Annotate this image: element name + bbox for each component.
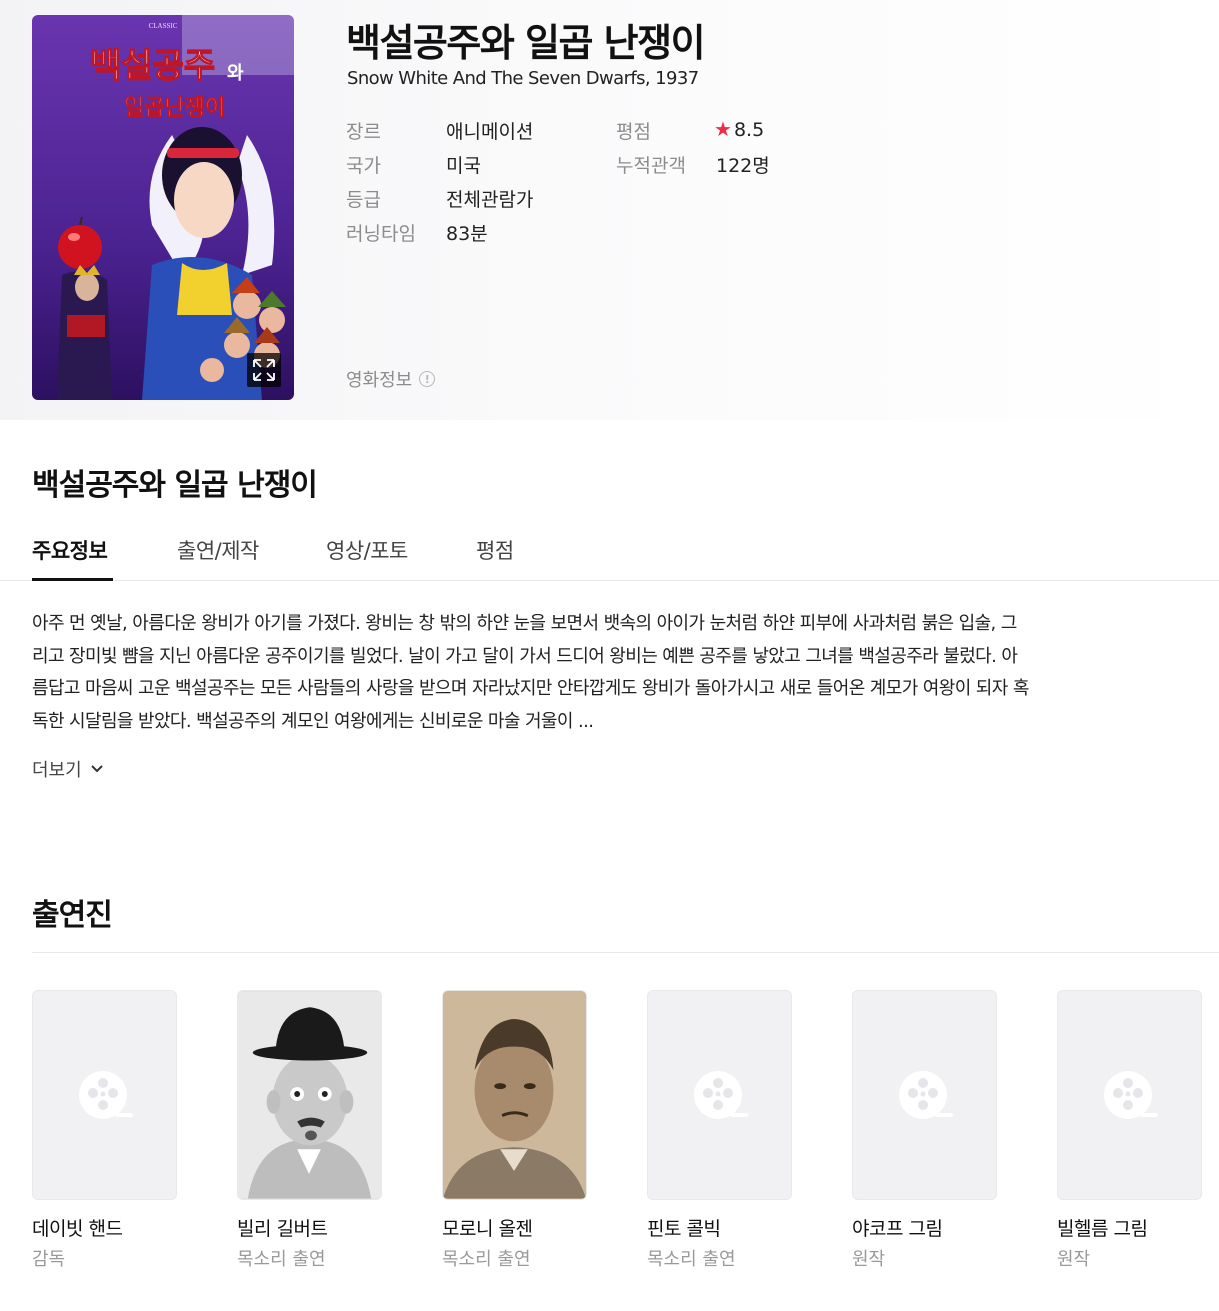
cast-name: 데이빗 핸드 [32, 1218, 123, 1240]
cast-photo-placeholder [32, 990, 177, 1200]
more-button[interactable]: 더보기 [32, 756, 106, 782]
cast-role: 목소리 출연 [647, 1249, 736, 1270]
film-reel-icon [1103, 1071, 1158, 1119]
svg-text:CLASSIC: CLASSIC [149, 22, 178, 30]
info-rating-value: 전체관람가 [446, 189, 534, 211]
cast-name: 야코프 그림 [852, 1218, 943, 1240]
film-reel-icon [78, 1071, 133, 1119]
active-tab-indicator [32, 578, 113, 581]
info-audience-value: 122명 [716, 155, 770, 177]
cast-card[interactable]: 모로니 올젠 목소리 출연 [442, 990, 587, 1271]
movie-info-link-label: 영화정보 [346, 370, 413, 391]
cast-card[interactable]: 데이빗 핸드 감독 [32, 990, 177, 1271]
info-genre-value: 애니메이션 [446, 121, 534, 143]
info-icon: ! [419, 371, 436, 387]
movie-title: 백설공주와 일곱 난쟁이 [346, 21, 706, 65]
info-audience-label: 누적관객 [616, 155, 686, 177]
more-label: 더보기 [32, 760, 82, 781]
movie-info-link[interactable]: 영화정보 ! [346, 366, 436, 392]
info-score-label: 평점 [616, 121, 651, 143]
movie-poster[interactable]: CLASSIC 백설공주 와 일곱난쟁이 [32, 15, 294, 400]
star-icon: ★ [714, 117, 732, 141]
chevron-down-icon [90, 765, 103, 773]
cast-name: 핀토 콜빅 [647, 1218, 721, 1240]
cast-name: 빌헬름 그림 [1057, 1218, 1148, 1240]
cast-name: 빌리 길버트 [237, 1218, 328, 1240]
film-reel-icon [898, 1071, 953, 1119]
info-runtime-label: 러닝타임 [346, 223, 416, 245]
synopsis-text: 아주 먼 옛날, 아름다운 왕비가 아기를 가졌다. 왕비는 창 밖의 하얀 눈… [32, 613, 1029, 732]
divider [32, 952, 1219, 953]
cast-card[interactable]: 핀토 콜빅 목소리 출연 [647, 990, 792, 1271]
info-runtime-value: 83분 [446, 223, 488, 245]
film-reel-icon [693, 1071, 748, 1119]
svg-text:백설공주: 백설공주 [90, 46, 215, 86]
expand-icon [253, 359, 275, 381]
movie-original-title: Snow White And The Seven Dwarfs, 1937 [347, 68, 699, 89]
cast-role: 목소리 출연 [442, 1249, 531, 1270]
cast-role: 감독 [32, 1249, 66, 1270]
cast-role: 목소리 출연 [237, 1249, 326, 1270]
info-country-value: 미국 [446, 155, 481, 177]
cast-card[interactable]: 빌헬름 그림 원작 [1057, 990, 1202, 1271]
cast-photo-placeholder [1057, 990, 1202, 1200]
tab-video-photo[interactable]: 영상/포토 [326, 535, 408, 565]
cast-section-title: 출연진 [32, 898, 113, 933]
tab-main-info[interactable]: 주요정보 [32, 535, 108, 565]
section-title: 백설공주와 일곱 난쟁이 [32, 468, 318, 503]
expand-poster-button[interactable] [247, 353, 281, 387]
cast-card[interactable]: 빌리 길버트 목소리 출연 [237, 990, 382, 1271]
cast-role: 원작 [1057, 1249, 1091, 1270]
cast-photo-placeholder [647, 990, 792, 1200]
info-score-value: ★ 8.5 [714, 117, 765, 141]
svg-text:와: 와 [227, 63, 244, 84]
cast-card[interactable]: 야코프 그림 원작 [852, 990, 997, 1271]
info-rating-label: 등급 [346, 189, 381, 211]
info-country-label: 국가 [346, 155, 381, 177]
tab-cast-crew[interactable]: 출연/제작 [177, 535, 259, 565]
portrait-image [238, 991, 381, 1199]
cast-name: 모로니 올젠 [442, 1218, 533, 1240]
tab-reviews[interactable]: 평점 [476, 535, 514, 565]
cast-photo [442, 990, 587, 1200]
tab-bar: 주요정보 출연/제작 영상/포토 평점 [0, 518, 1219, 581]
portrait-image [443, 991, 586, 1199]
cast-photo [237, 990, 382, 1200]
cast-role: 원작 [852, 1249, 886, 1270]
cast-photo-placeholder [852, 990, 997, 1200]
info-genre-label: 장르 [346, 121, 381, 143]
svg-text:일곱난쟁이: 일곱난쟁이 [124, 96, 225, 121]
poster-artwork: CLASSIC 백설공주 와 일곱난쟁이 [32, 15, 294, 400]
